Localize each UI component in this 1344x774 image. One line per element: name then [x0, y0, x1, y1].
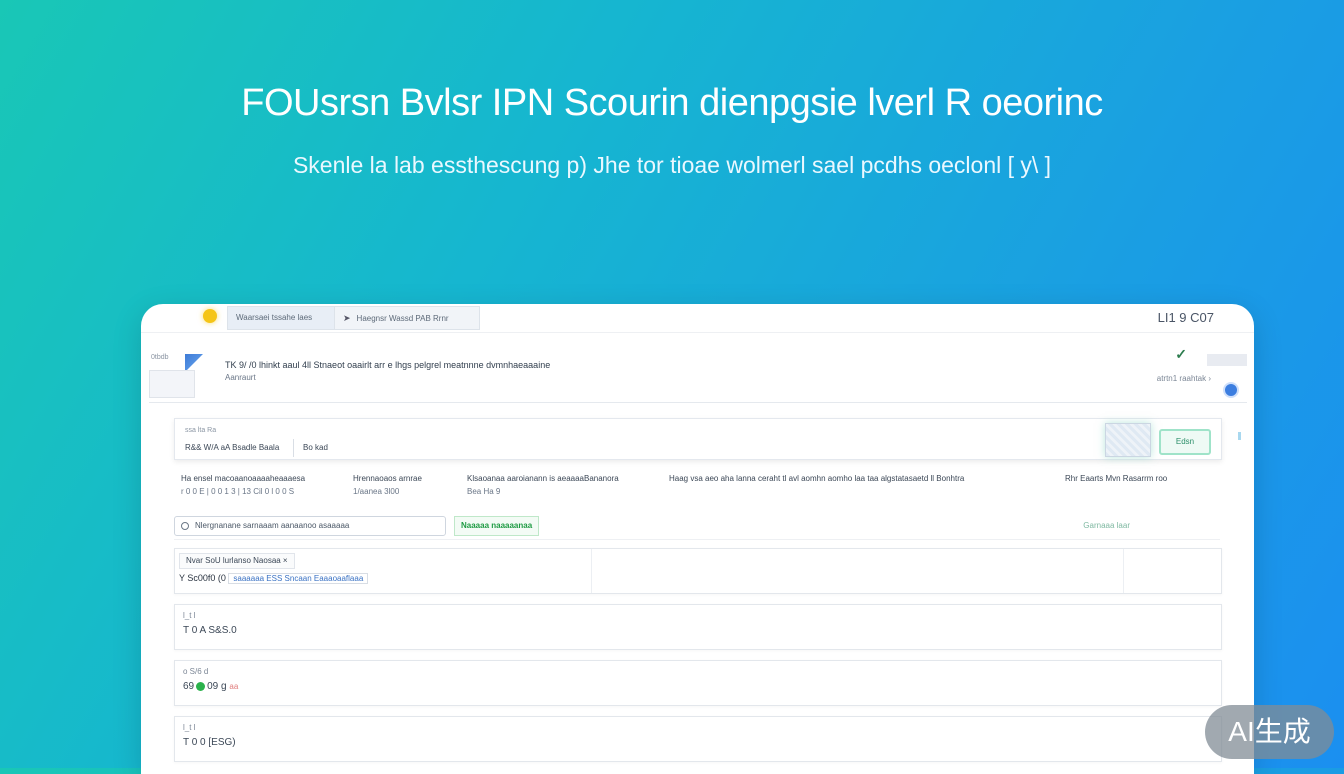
check-icon[interactable]: ✓: [1175, 346, 1187, 363]
info-column-top: Klsaoanaa aaroianann is aeaaaaBananora: [467, 474, 619, 483]
action-link[interactable]: Garnaaa laar: [1083, 521, 1130, 530]
tab-second-label: Haegnsr Wassd PAB Rrnr: [356, 314, 449, 323]
filter-extra[interactable]: Bo kad: [303, 443, 328, 452]
submit-button[interactable]: Edsn: [1159, 429, 1211, 455]
table-row[interactable]: l_t l T 0 A S&S.0: [174, 604, 1222, 650]
search-input[interactable]: Nlergnanane sarnaaam aanaanoo asaaaaa: [174, 516, 446, 536]
row-main-text: Y Sc00f0 (0: [179, 573, 226, 583]
info-column-bottom: 1/aanea 3l00: [353, 487, 400, 496]
status-badge[interactable]: Naaaaa naaaaanaa: [454, 516, 540, 536]
hero-subtitle: Skenle la lab essthescung p) Jhe tor tio…: [292, 152, 1052, 178]
table-row[interactable]: l_t l T 0 0 [ESG): [174, 716, 1222, 762]
filter-card: ssa lta Ra R&& W/A aA Bsadle Baala Bo ka…: [174, 418, 1222, 460]
scroll-indicator[interactable]: [1238, 432, 1241, 440]
info-column: Ha ensel macoaanoaaaaheaaaesa r 0 0 E | …: [181, 472, 305, 498]
info-column-top: Hrennaoaos arnrae: [353, 474, 422, 483]
divider: [293, 439, 294, 457]
row-caption: l_t l: [183, 723, 196, 732]
avatar[interactable]: [1223, 382, 1239, 398]
info-column-top: Ha ensel macoaanoaaaaheaaaesa: [181, 474, 306, 483]
info-column-top: Haag vsa aeo aha lanna ceraht tl avl aom…: [669, 474, 965, 483]
qr-code-icon[interactable]: [1105, 423, 1151, 457]
search-icon: [181, 521, 189, 530]
info-column-bottom: Bea Ha 9: [467, 487, 501, 496]
page-header: 0tbdb TK 9/ /0 lhinkt aaul 4ll Stnaeot o…: [149, 346, 1247, 403]
clock: LI1 9 C07: [1157, 310, 1214, 325]
tab-first-label: Waarsaei tssahe laes: [236, 313, 313, 322]
info-column: Haag vsa aeo aha lanna ceraht tl avl aom…: [669, 472, 964, 485]
filter-label: ssa lta Ra: [185, 427, 217, 434]
row-value-flag: aa: [229, 682, 239, 691]
row-main-link[interactable]: saaaaaa ESS Sncaan Eaaaoaaflaaa: [228, 573, 369, 584]
info-table: Ha ensel macoaanoaaaaheaaaesa r 0 0 E | …: [181, 472, 1211, 508]
page-subtitle: Aanraurt: [225, 373, 256, 382]
row-value: T 0 0 [ESG): [183, 737, 236, 748]
user-chip[interactable]: [1207, 354, 1247, 366]
search-text: Nlergnanane sarnaaam aanaanoo asaaaaa: [195, 521, 350, 530]
row-value-prefix: 69: [183, 681, 195, 692]
info-column-bottom: r 0 0 E | 0 0 1 3 | 13 Cil 0 l 0 0 S: [181, 487, 295, 496]
info-column: Klsaoanaa aaroianann is aeaaaaBananora B…: [467, 472, 619, 498]
page-title: TK 9/ /0 lhinkt aaul 4ll Stnaeot oaairlt…: [225, 360, 551, 370]
info-column: Hrennaoaos arnrae 1/aanea 3l00: [353, 472, 422, 498]
status-dot-icon: [196, 681, 206, 691]
row-value-suffix: 09 g: [207, 681, 227, 692]
info-column: Rhr Eaarts Mvn Rasarrm roo: [1065, 472, 1167, 485]
row-value: T 0 A S&S.0: [183, 625, 237, 636]
logo-caption: 0tbdb: [151, 354, 169, 361]
cursor-icon: ➤: [343, 313, 351, 323]
tab-first[interactable]: Waarsaei tssahe laes: [227, 306, 335, 330]
tab-bar: Waarsaei tssahe laes ➤ Haegnsr Wassd PAB …: [141, 304, 1254, 333]
info-column-top: Rhr Eaarts Mvn Rasarrm roo: [1065, 474, 1168, 483]
row-caption: o S/6 d: [183, 667, 209, 676]
table-row[interactable]: o S/6 d 69 09 g aa: [174, 660, 1222, 706]
row-caption: l_t l: [183, 611, 196, 620]
lightbulb-icon: [203, 309, 217, 323]
app-window: Waarsaei tssahe laes ➤ Haegnsr Wassd PAB …: [141, 304, 1254, 774]
row-main: Y Sc00f0 (0 saaaaaa ESS Sncaan Eaaaoaafl…: [179, 573, 369, 584]
table-row[interactable]: Nvar SoU lurlanso Naosaa × Y Sc00f0 (0 s…: [174, 548, 1222, 594]
tab-second[interactable]: ➤ Haegnsr Wassd PAB Rrnr: [334, 306, 480, 330]
action-bar: Nlergnanane sarnaaam aanaanoo asaaaaa Na…: [174, 513, 1220, 540]
header-right-link[interactable]: atrtn1 raahtak ›: [1157, 374, 1211, 383]
hero-title: FOUsrsn Bvlsr IPN Scourin dienpgsie lver…: [241, 82, 1103, 124]
row-tag[interactable]: Nvar SoU lurlanso Naosaa ×: [179, 553, 295, 569]
ai-generated-watermark: AI生成: [1205, 705, 1334, 759]
divider: [591, 549, 592, 593]
divider: [1123, 549, 1124, 593]
row-value: 69 09 g aa: [183, 681, 238, 692]
thumbnail[interactable]: [149, 370, 195, 398]
filter-value[interactable]: R&& W/A aA Bsadle Baala: [185, 443, 279, 452]
